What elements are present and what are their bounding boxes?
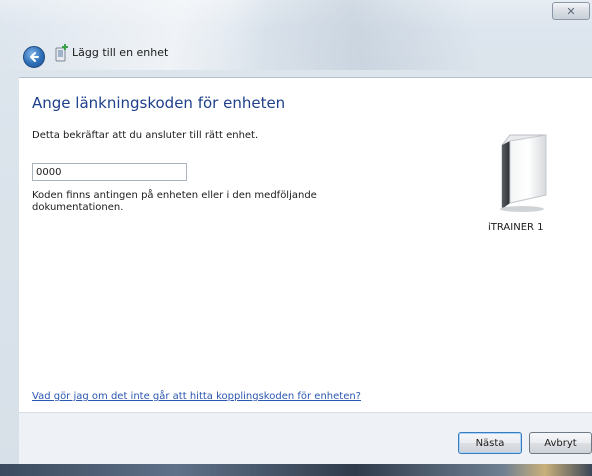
back-button[interactable] — [23, 46, 45, 68]
window-title: Lägg till en enhet — [72, 46, 169, 59]
add-device-icon — [55, 44, 68, 62]
pairing-code-input[interactable] — [32, 163, 187, 181]
next-button[interactable]: Nästa — [458, 432, 522, 454]
desktop-background — [0, 464, 592, 476]
back-arrow-icon — [30, 52, 39, 62]
close-button[interactable]: ✕ — [552, 2, 590, 20]
page-heading: Ange länkningskoden för enheten — [32, 94, 286, 112]
device-name: iTRAINER 1 — [488, 222, 544, 233]
content-area — [19, 77, 592, 413]
aero-glass-background — [0, 0, 592, 70]
close-icon: ✕ — [566, 4, 576, 18]
help-link[interactable]: Vad gör jag om det inte går att hitta ko… — [32, 391, 361, 402]
wizard-window: ✕ Lägg till en enhet Ange länkningskoden… — [0, 0, 592, 476]
page-description: Detta bekräftar att du ansluter till rät… — [32, 130, 259, 141]
code-hint: Koden finns antingen på enheten eller i … — [32, 190, 317, 213]
cancel-button[interactable]: Avbryt — [529, 432, 592, 454]
external-drive-icon — [500, 134, 547, 212]
